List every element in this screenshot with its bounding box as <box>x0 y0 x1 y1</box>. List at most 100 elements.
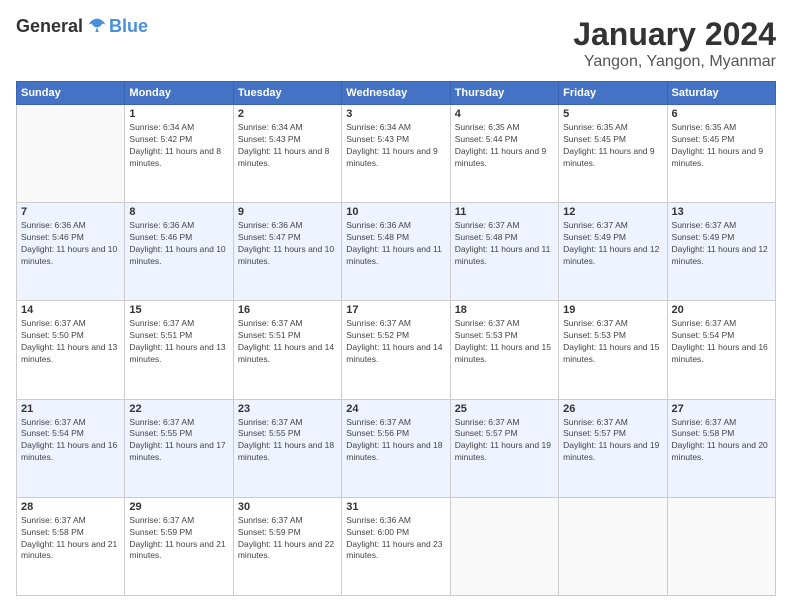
day-number: 26 <box>563 403 662 415</box>
day-info: Sunrise: 6:37 AMSunset: 5:58 PMDaylight:… <box>21 515 120 563</box>
day-cell: 15 Sunrise: 6:37 AMSunset: 5:51 PMDayligh… <box>125 301 233 399</box>
day-info: Sunrise: 6:34 AMSunset: 5:42 PMDaylight:… <box>129 122 228 170</box>
day-info: Sunrise: 6:35 AMSunset: 5:45 PMDaylight:… <box>672 122 771 170</box>
day-cell: 25Sunrise: 6:37 AMSunset: 5:57 PMDayligh… <box>450 399 558 497</box>
day-info: Sunrise: 6:37 AMSunset: 5:51 PMDaylight:… <box>238 318 337 366</box>
month-title: January 2024 <box>573 16 776 53</box>
day-cell: 4Sunrise: 6:35 AMSunset: 5:44 PMDaylight… <box>450 105 558 203</box>
day-number: 11 <box>455 206 554 218</box>
day-info: Sunrise: 6:37 AMSunset: 5:59 PMDaylight:… <box>238 515 337 563</box>
day-info: Sunrise: 6:37 AMSunset: 5:53 PMDaylight:… <box>455 318 554 366</box>
weekday-friday: Friday <box>559 82 667 105</box>
day-cell: 10 Sunrise: 6:36 AMSunset: 5:48 PMDayligh… <box>342 203 450 301</box>
day-info: Sunrise: 6:37 AMSunset: 5:53 PMDaylight:… <box>563 318 662 366</box>
day-cell: 14 Sunrise: 6:37 AMSunset: 5:50 PMDayligh… <box>17 301 125 399</box>
day-info: Sunrise: 6:37 AMSunset: 5:55 PMDaylight:… <box>238 417 337 465</box>
day-cell <box>667 497 775 595</box>
weekday-monday: Monday <box>125 82 233 105</box>
week-row-3: 14 Sunrise: 6:37 AMSunset: 5:50 PMDayligh… <box>17 301 776 399</box>
day-cell: 5 Sunrise: 6:35 AMSunset: 5:45 PMDaylight… <box>559 105 667 203</box>
week-row-2: 7 Sunrise: 6:36 AMSunset: 5:46 PMDaylight… <box>17 203 776 301</box>
day-info: Sunrise: 6:37 AMSunset: 5:56 PMDaylight:… <box>346 417 445 465</box>
day-cell: 18 Sunrise: 6:37 AMSunset: 5:53 PMDayligh… <box>450 301 558 399</box>
day-info: Sunrise: 6:37 AMSunset: 5:54 PMDaylight:… <box>672 318 771 366</box>
day-cell: 30Sunrise: 6:37 AMSunset: 5:59 PMDayligh… <box>233 497 341 595</box>
day-number: 13 <box>672 206 771 218</box>
day-info: Sunrise: 6:36 AMSunset: 5:48 PMDaylight:… <box>346 220 445 268</box>
day-cell: 6 Sunrise: 6:35 AMSunset: 5:45 PMDaylight… <box>667 105 775 203</box>
day-number: 18 <box>455 304 554 316</box>
day-number: 31 <box>346 501 445 513</box>
day-cell: 7Sunrise: 6:36 AMSunset: 5:46 PMDaylight… <box>17 203 125 301</box>
day-cell: 24Sunrise: 6:37 AMSunset: 5:56 PMDayligh… <box>342 399 450 497</box>
day-cell <box>450 497 558 595</box>
day-number: 28 <box>21 501 120 513</box>
day-cell: 19 Sunrise: 6:37 AMSunset: 5:53 PMDayligh… <box>559 301 667 399</box>
day-number: 6 <box>672 108 771 120</box>
day-cell: 27 Sunrise: 6:37 AMSunset: 5:58 PMDayligh… <box>667 399 775 497</box>
day-info: Sunrise: 6:37 AMSunset: 5:49 PMDaylight:… <box>672 220 771 268</box>
day-cell: 29 Sunrise: 6:37 AMSunset: 5:59 PMDayligh… <box>125 497 233 595</box>
week-row-4: 21Sunrise: 6:37 AMSunset: 5:54 PMDayligh… <box>17 399 776 497</box>
day-info: Sunrise: 6:37 AMSunset: 5:57 PMDaylight:… <box>563 417 662 465</box>
day-cell: 28 Sunrise: 6:37 AMSunset: 5:58 PMDayligh… <box>17 497 125 595</box>
day-number: 5 <box>563 108 662 120</box>
day-number: 12 <box>563 206 662 218</box>
weekday-saturday: Saturday <box>667 82 775 105</box>
day-cell: 9Sunrise: 6:36 AMSunset: 5:47 PMDaylight… <box>233 203 341 301</box>
day-info: Sunrise: 6:37 AMSunset: 5:48 PMDaylight:… <box>455 220 554 268</box>
day-cell: 31Sunrise: 6:36 AMSunset: 6:00 PMDayligh… <box>342 497 450 595</box>
title-block: January 2024 Yangon, Yangon, Myanmar <box>573 16 776 71</box>
day-info: Sunrise: 6:37 AMSunset: 5:50 PMDaylight:… <box>21 318 120 366</box>
day-cell: 16Sunrise: 6:37 AMSunset: 5:51 PMDayligh… <box>233 301 341 399</box>
day-number: 27 <box>672 403 771 415</box>
header: General Blue January 2024 Yangon, Yangon… <box>16 16 776 71</box>
day-number: 8 <box>129 206 228 218</box>
weekday-wednesday: Wednesday <box>342 82 450 105</box>
day-info: Sunrise: 6:37 AMSunset: 5:51 PMDaylight:… <box>129 318 228 366</box>
day-cell: 3 Sunrise: 6:34 AMSunset: 5:43 PMDaylight… <box>342 105 450 203</box>
day-info: Sunrise: 6:37 AMSunset: 5:57 PMDaylight:… <box>455 417 554 465</box>
weekday-sunday: Sunday <box>17 82 125 105</box>
day-number: 14 <box>21 304 120 316</box>
day-cell: 2Sunrise: 6:34 AMSunset: 5:43 PMDaylight… <box>233 105 341 203</box>
location-title: Yangon, Yangon, Myanmar <box>573 53 776 71</box>
day-number: 22 <box>129 403 228 415</box>
day-number: 7 <box>21 206 120 218</box>
logo-blue: Blue <box>109 16 148 37</box>
day-cell: 20 Sunrise: 6:37 AMSunset: 5:54 PMDayligh… <box>667 301 775 399</box>
day-cell: 22 Sunrise: 6:37 AMSunset: 5:55 PMDayligh… <box>125 399 233 497</box>
day-number: 29 <box>129 501 228 513</box>
day-info: Sunrise: 6:37 AMSunset: 5:59 PMDaylight:… <box>129 515 228 563</box>
day-cell: 12 Sunrise: 6:37 AMSunset: 5:49 PMDayligh… <box>559 203 667 301</box>
weekday-header-row: SundayMondayTuesdayWednesdayThursdayFrid… <box>17 82 776 105</box>
logo-bird-icon <box>87 17 107 37</box>
day-info: Sunrise: 6:37 AMSunset: 5:58 PMDaylight:… <box>672 417 771 465</box>
calendar-table: SundayMondayTuesdayWednesdayThursdayFrid… <box>16 81 776 596</box>
day-number: 20 <box>672 304 771 316</box>
day-number: 15 <box>129 304 228 316</box>
day-number: 19 <box>563 304 662 316</box>
day-cell: 11 Sunrise: 6:37 AMSunset: 5:48 PMDayligh… <box>450 203 558 301</box>
day-number: 9 <box>238 206 337 218</box>
day-info: Sunrise: 6:35 AMSunset: 5:45 PMDaylight:… <box>563 122 662 170</box>
day-number: 10 <box>346 206 445 218</box>
day-number: 17 <box>346 304 445 316</box>
day-cell: 17Sunrise: 6:37 AMSunset: 5:52 PMDayligh… <box>342 301 450 399</box>
day-number: 2 <box>238 108 337 120</box>
day-number: 3 <box>346 108 445 120</box>
day-info: Sunrise: 6:37 AMSunset: 5:55 PMDaylight:… <box>129 417 228 465</box>
day-cell: 21Sunrise: 6:37 AMSunset: 5:54 PMDayligh… <box>17 399 125 497</box>
day-cell <box>17 105 125 203</box>
week-row-1: 1Sunrise: 6:34 AMSunset: 5:42 PMDaylight… <box>17 105 776 203</box>
week-row-5: 28 Sunrise: 6:37 AMSunset: 5:58 PMDayligh… <box>17 497 776 595</box>
day-cell: 1Sunrise: 6:34 AMSunset: 5:42 PMDaylight… <box>125 105 233 203</box>
day-info: Sunrise: 6:34 AMSunset: 5:43 PMDaylight:… <box>346 122 445 170</box>
weekday-thursday: Thursday <box>450 82 558 105</box>
day-info: Sunrise: 6:36 AMSunset: 5:46 PMDaylight:… <box>129 220 228 268</box>
day-info: Sunrise: 6:37 AMSunset: 5:49 PMDaylight:… <box>563 220 662 268</box>
day-info: Sunrise: 6:35 AMSunset: 5:44 PMDaylight:… <box>455 122 554 170</box>
day-cell: 26 Sunrise: 6:37 AMSunset: 5:57 PMDayligh… <box>559 399 667 497</box>
day-cell <box>559 497 667 595</box>
day-number: 23 <box>238 403 337 415</box>
